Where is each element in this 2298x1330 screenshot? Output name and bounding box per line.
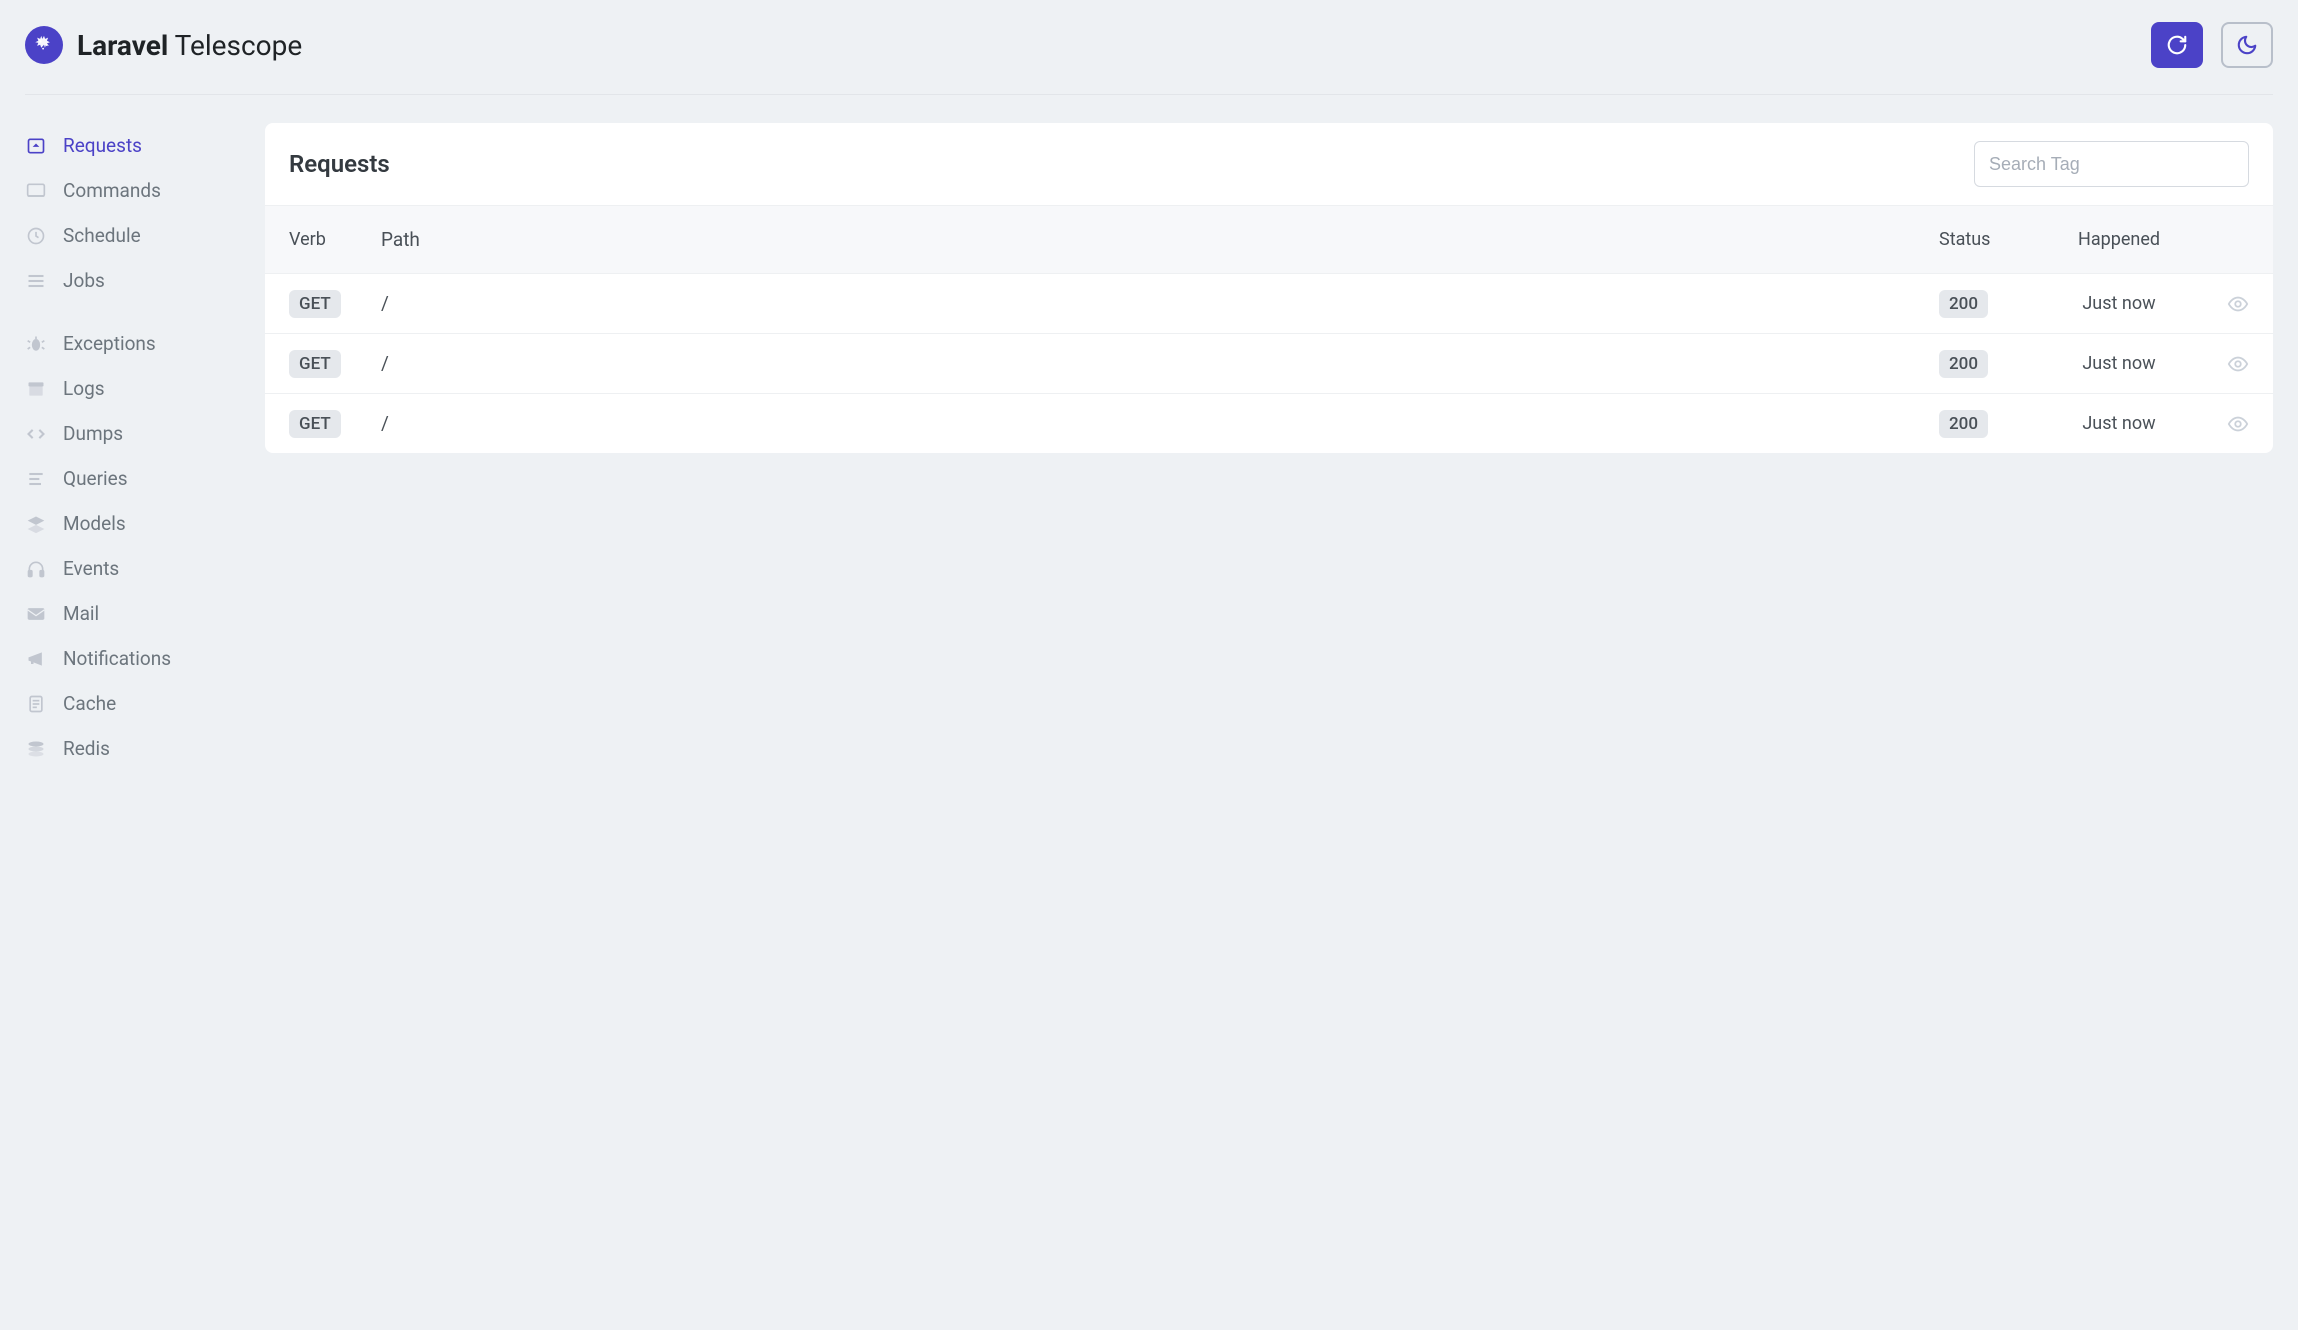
col-header-path: Path bbox=[381, 228, 1939, 251]
sidebar-item-logs[interactable]: Logs bbox=[25, 366, 245, 411]
sidebar-group-2: Exceptions Logs Dumps bbox=[25, 321, 245, 771]
code-icon bbox=[25, 423, 47, 445]
sidebar-item-label: Cache bbox=[63, 692, 116, 715]
sidebar-item-schedule[interactable]: Schedule bbox=[25, 213, 245, 258]
table-row: GET / 200 Just now bbox=[265, 334, 2273, 394]
layers-icon bbox=[25, 513, 47, 535]
cell-action bbox=[2189, 293, 2249, 315]
mail-icon bbox=[25, 603, 47, 625]
cell-path: / bbox=[381, 352, 1939, 375]
clock-icon bbox=[25, 225, 47, 247]
cell-happened: Just now bbox=[2049, 413, 2189, 434]
table-row: GET / 200 Just now bbox=[265, 394, 2273, 453]
col-header-verb: Verb bbox=[289, 229, 381, 250]
sidebar-item-label: Jobs bbox=[63, 269, 105, 292]
sidebar-item-commands[interactable]: Commands bbox=[25, 168, 245, 213]
sidebar-item-label: Schedule bbox=[63, 224, 141, 247]
cell-verb: GET bbox=[289, 294, 381, 314]
sidebar-item-queries[interactable]: Queries bbox=[25, 456, 245, 501]
theme-toggle-button[interactable] bbox=[2221, 22, 2273, 68]
headphones-icon bbox=[25, 558, 47, 580]
view-icon[interactable] bbox=[2227, 413, 2249, 435]
status-badge: 200 bbox=[1939, 290, 1988, 318]
database-icon bbox=[25, 738, 47, 760]
sidebar-item-label: Queries bbox=[63, 467, 128, 490]
requests-icon bbox=[25, 135, 47, 157]
moon-icon bbox=[2236, 34, 2258, 56]
brand-title-rest: Telescope bbox=[175, 29, 303, 62]
cell-happened: Just now bbox=[2049, 353, 2189, 374]
verb-badge: GET bbox=[289, 290, 341, 318]
sidebar-group-1: Requests Commands Schedule bbox=[25, 123, 245, 303]
sidebar-item-events[interactable]: Events bbox=[25, 546, 245, 591]
cell-verb: GET bbox=[289, 414, 381, 434]
sidebar-item-mail[interactable]: Mail bbox=[25, 591, 245, 636]
sidebar: Requests Commands Schedule bbox=[25, 123, 245, 789]
sidebar-item-jobs[interactable]: Jobs bbox=[25, 258, 245, 303]
col-header-happened: Happened bbox=[2049, 229, 2189, 250]
sidebar-item-cache[interactable]: Cache bbox=[25, 681, 245, 726]
verb-badge: GET bbox=[289, 410, 341, 438]
sidebar-item-label: Models bbox=[63, 512, 126, 535]
bug-icon bbox=[25, 333, 47, 355]
topbar-actions bbox=[2151, 22, 2273, 68]
sidebar-item-requests[interactable]: Requests bbox=[25, 123, 245, 168]
status-badge: 200 bbox=[1939, 350, 1988, 378]
view-icon[interactable] bbox=[2227, 353, 2249, 375]
cell-action bbox=[2189, 353, 2249, 375]
cell-path: / bbox=[381, 412, 1939, 435]
col-header-status: Status bbox=[1939, 229, 2049, 250]
status-badge: 200 bbox=[1939, 410, 1988, 438]
main: Requests Verb Path Status Happened GET /… bbox=[265, 123, 2273, 453]
sidebar-item-label: Requests bbox=[63, 134, 142, 157]
terminal-icon bbox=[25, 180, 47, 202]
sidebar-item-label: Notifications bbox=[63, 647, 171, 670]
sidebar-item-label: Exceptions bbox=[63, 332, 156, 355]
sidebar-item-label: Logs bbox=[63, 377, 105, 400]
table-row: GET / 200 Just now bbox=[265, 274, 2273, 334]
list-icon bbox=[25, 468, 47, 490]
cell-action bbox=[2189, 413, 2249, 435]
cell-status: 200 bbox=[1939, 354, 2049, 374]
sidebar-item-models[interactable]: Models bbox=[25, 501, 245, 546]
brand-title-strong: Laravel bbox=[77, 29, 168, 62]
sidebar-item-dumps[interactable]: Dumps bbox=[25, 411, 245, 456]
sidebar-item-exceptions[interactable]: Exceptions bbox=[25, 321, 245, 366]
telescope-logo-icon bbox=[25, 26, 63, 64]
table-header: Verb Path Status Happened bbox=[265, 206, 2273, 274]
cell-verb: GET bbox=[289, 354, 381, 374]
sidebar-item-label: Events bbox=[63, 557, 119, 580]
cell-happened: Just now bbox=[2049, 293, 2189, 314]
search-tag-input[interactable] bbox=[1974, 141, 2249, 187]
archive-icon bbox=[25, 378, 47, 400]
sidebar-item-label: Commands bbox=[63, 179, 161, 202]
card-header: Requests bbox=[265, 123, 2273, 206]
sidebar-item-notifications[interactable]: Notifications bbox=[25, 636, 245, 681]
view-icon[interactable] bbox=[2227, 293, 2249, 315]
brand-title: Laravel Telescope bbox=[77, 29, 302, 62]
sidebar-item-redis[interactable]: Redis bbox=[25, 726, 245, 771]
brand: Laravel Telescope bbox=[25, 26, 302, 64]
sidebar-item-label: Mail bbox=[63, 602, 99, 625]
clipboard-icon bbox=[25, 693, 47, 715]
topbar: Laravel Telescope bbox=[25, 22, 2273, 95]
sidebar-item-label: Redis bbox=[63, 737, 110, 760]
cell-path: / bbox=[381, 292, 1939, 315]
cell-status: 200 bbox=[1939, 294, 2049, 314]
menu-icon bbox=[25, 270, 47, 292]
sidebar-item-label: Dumps bbox=[63, 422, 123, 445]
refresh-icon bbox=[2166, 34, 2188, 56]
requests-card: Requests Verb Path Status Happened GET /… bbox=[265, 123, 2273, 453]
verb-badge: GET bbox=[289, 350, 341, 378]
cell-status: 200 bbox=[1939, 414, 2049, 434]
page-title: Requests bbox=[289, 150, 390, 178]
megaphone-icon bbox=[25, 648, 47, 670]
refresh-button[interactable] bbox=[2151, 22, 2203, 68]
